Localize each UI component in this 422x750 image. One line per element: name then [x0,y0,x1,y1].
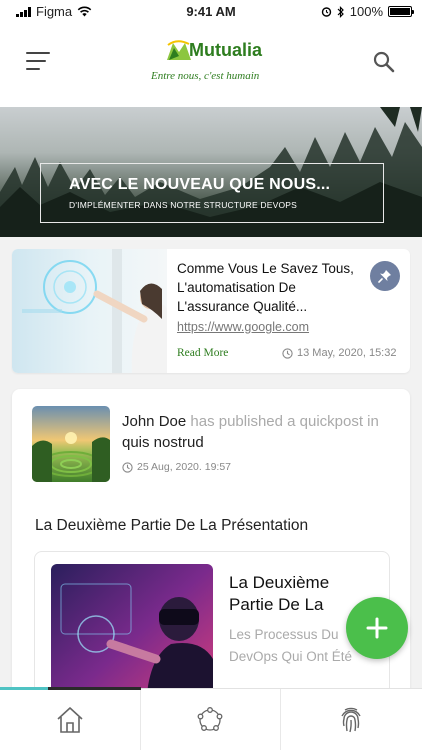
hero-caption-box: AVEC LE NOUVEAU QUE NOUS... D'IMPLÉMENTE… [40,163,384,223]
action-has: has [190,413,215,430]
alarm-icon [321,7,331,17]
network-icon [197,707,223,731]
menu-button[interactable] [26,52,50,72]
presentation-title[interactable]: La Deuxième Partie De La [229,572,359,616]
hero-title: AVEC LE NOUVEAU QUE NOUS... [69,176,331,193]
hero-banner[interactable]: AVEC LE NOUVEAU QUE NOUS... D'IMPLÉMENTE… [0,107,422,237]
quickpost-date: 25 Aug, 2020. 19:57 [122,461,231,473]
logo-name: Mutualia [189,40,263,60]
action-text: published a quickpost in [218,413,379,430]
clock-icon [282,347,293,359]
plus-icon [366,617,388,639]
mutualia-logo: Mutualia Entre nous, c'est humain [145,34,275,96]
add-post-button[interactable] [346,597,408,659]
hero-subtitle: D'IMPLÉMENTER DANS NOTRE STRUCTURE DEVOP… [69,200,298,210]
quickpost-summary: John Doe has published a quickpost in qu… [122,411,402,453]
read-more-link[interactable]: Read More [177,347,228,359]
fingerprint-icon [341,707,362,733]
group-name[interactable]: quis nostrud [122,434,204,451]
author-name[interactable]: John Doe [122,413,186,430]
app-header: Mutualia Entre nous, c'est humain [0,22,422,107]
quickpost-heading: La Deuxième Partie De La Présentation [35,517,309,534]
presentation-card[interactable]: La Deuxième Partie De La Les Processus D… [34,551,390,709]
search-icon[interactable] [372,50,396,74]
pin-button[interactable] [370,261,400,291]
nav-active-indicator [0,687,141,690]
article-title[interactable]: Comme Vous Le Savez Tous, L'automatisati… [177,259,367,316]
home-icon [57,707,83,733]
avatar[interactable] [32,406,110,482]
nav-home[interactable] [0,689,141,750]
article-card[interactable]: Comme Vous Le Savez Tous, L'automatisati… [12,249,410,373]
battery-icon [388,6,414,17]
status-bar: Figma 9:41 AM 100% [0,0,422,22]
logo-tagline: Entre nous, c'est humain [151,70,260,82]
bottom-nav [0,687,422,750]
battery-label: 100% [349,4,383,19]
article-link[interactable]: https://www.google.com [177,320,309,334]
article-image [12,249,167,373]
nav-fingerprint[interactable] [281,689,422,750]
quickpost-card[interactable]: John Doe has published a quickpost in qu… [12,389,410,709]
pin-icon [378,270,391,283]
clock-icon [122,461,133,473]
quickpost-date-text: 25 Aug, 2020. 19:57 [137,461,232,473]
bluetooth-icon [337,5,344,18]
nav-network[interactable] [141,689,282,750]
article-date-text: 13 May, 2020, 15:32 [297,347,397,359]
article-date: 13 May, 2020, 15:32 [282,347,396,359]
